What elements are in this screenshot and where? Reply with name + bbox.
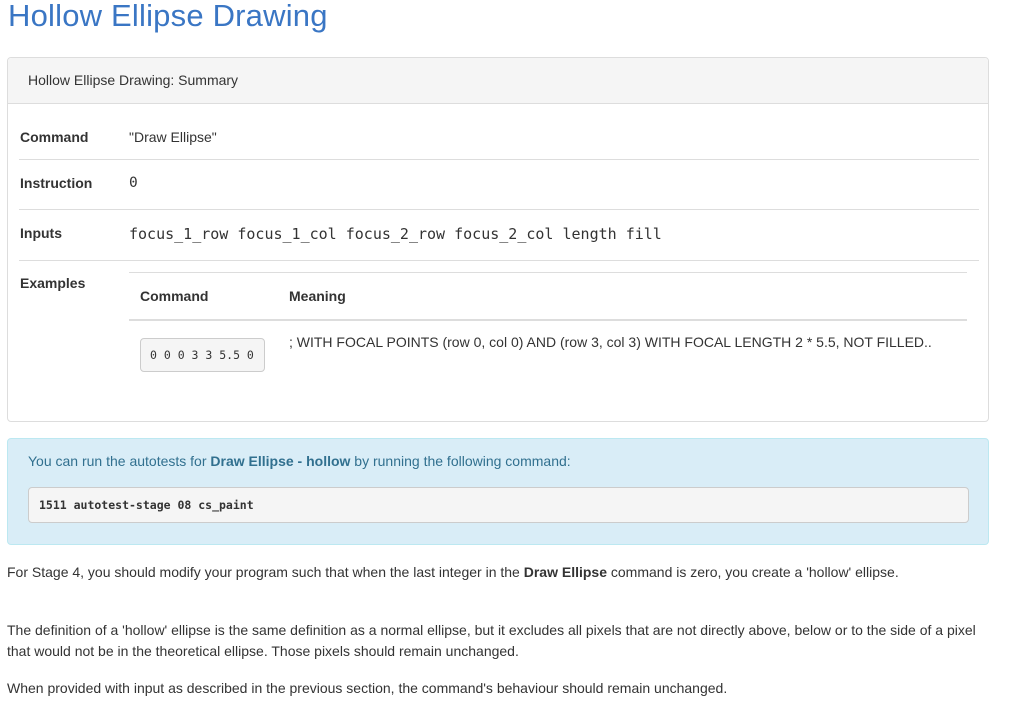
command-label: Command	[20, 129, 89, 145]
row-divider	[19, 209, 979, 210]
autotest-text-after: by running the following command:	[350, 453, 571, 469]
stage-description-paragraph: For Stage 4, you should modify your prog…	[7, 562, 982, 583]
paragraph-text: command is zero, you create a 'hollow' e…	[607, 564, 899, 580]
example-command-code: 0 0 0 3 3 5.5 0	[140, 338, 265, 372]
autotest-test-name: Draw Ellipse - hollow	[210, 453, 351, 469]
row-divider	[19, 260, 979, 261]
autotest-text-before: You can run the autotests for	[28, 453, 211, 469]
example-meaning: ; WITH FOCAL POINTS (row 0, col 0) AND (…	[289, 334, 932, 350]
examples-header-divider	[129, 319, 967, 321]
autotest-instructions: You can run the autotests for Draw Ellip…	[28, 453, 571, 469]
examples-header-command: Command	[140, 288, 209, 304]
behaviour-note-paragraph: When provided with input as described in…	[7, 680, 728, 696]
hollow-definition-paragraph: The definition of a 'hollow' ellipse is …	[7, 622, 976, 659]
summary-panel: Hollow Ellipse Drawing: Summary Command …	[7, 57, 989, 422]
autotest-command[interactable]: 1511 autotest-stage 08 cs_paint	[28, 487, 969, 523]
summary-panel-heading: Hollow Ellipse Drawing: Summary	[8, 58, 988, 104]
examples-label: Examples	[20, 275, 86, 291]
examples-table-top-border	[129, 272, 967, 273]
instruction-value: 0	[129, 175, 138, 191]
row-divider	[19, 159, 979, 160]
instruction-label: Instruction	[20, 175, 93, 191]
command-value: "Draw Ellipse"	[129, 129, 217, 145]
page-title: Hollow Ellipse Drawing	[8, 0, 328, 33]
paragraph-text: For Stage 4, you should modify your prog…	[7, 564, 524, 580]
inputs-value: focus_1_row focus_1_col focus_2_row focu…	[129, 225, 662, 243]
paragraph-bold-command: Draw Ellipse	[523, 564, 607, 580]
examples-header-meaning: Meaning	[289, 288, 346, 304]
inputs-label: Inputs	[20, 225, 62, 241]
autotest-alert: You can run the autotests for Draw Ellip…	[7, 438, 989, 545]
